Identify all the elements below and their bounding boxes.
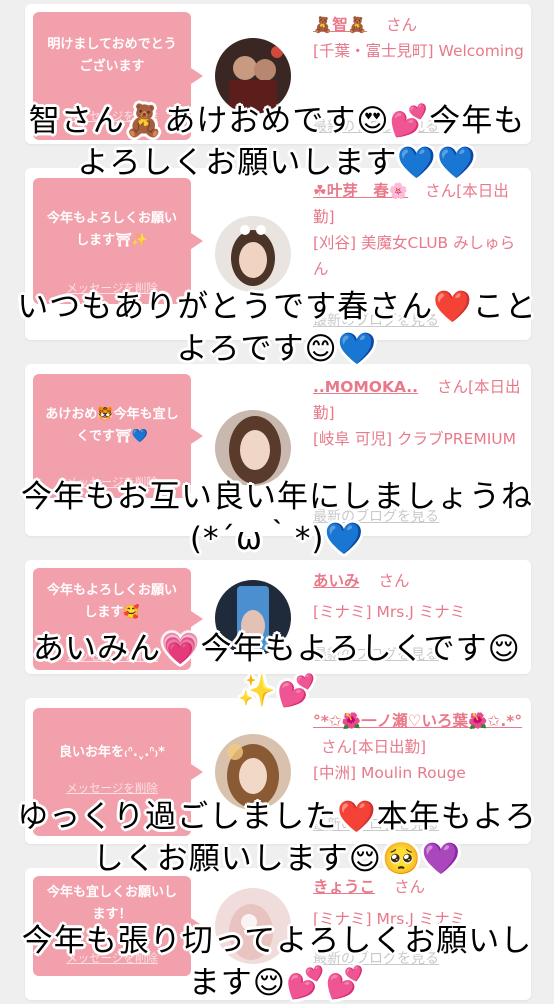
overlay-caption: いつもありがとうです春さん❤️ことよろです😊💙 — [17, 289, 537, 367]
shop-info: [岐阜 可児] クラブPREMIUM — [313, 430, 517, 448]
profile-name-link[interactable]: きょうこ — [313, 878, 375, 896]
profile-name-link[interactable]: あいみ — [313, 572, 360, 590]
message-text: 明けましておめでとうございます — [47, 37, 177, 74]
avatar[interactable] — [215, 216, 291, 292]
profile-info: ☘叶芽 春🌸 さん[本日出勤] [刈谷] 美魔女CLUB みしゅらん — [313, 178, 525, 282]
profile-name-link[interactable]: °*✩🌺一ノ瀬♡いろ葉🌺✩.*° — [313, 712, 522, 730]
shop-info: [刈谷] 美魔女CLUB みしゅらん — [313, 234, 516, 278]
shop-info: [ミナミ] Mrs.J ミナミ — [313, 603, 466, 621]
message-text: 良いお年を₍ᐢ.ˬ.ᐢ₎* — [59, 745, 165, 760]
profile-info: °*✩🌺一ノ瀬♡いろ葉🌺✩.*° さん[本日出勤] [中洲] Moulin Ro… — [313, 708, 525, 786]
honorific: さん — [393, 878, 425, 896]
overlay-caption: 今年も張り切ってよろしくお願いします😌💕💕 — [21, 923, 533, 1001]
honorific: さん[本日出勤] — [321, 738, 427, 756]
profile-info: あいみ さん [ミナミ] Mrs.J ミナミ — [313, 568, 525, 630]
profile-name-link[interactable]: 🧸智🧸 — [313, 16, 367, 34]
honorific: さん — [386, 16, 418, 34]
overlay-caption: ゆっくり過ごしました❤️本年もよろしくお願いします😌🥺💜 — [17, 799, 537, 877]
profile-info: 🧸智🧸 さん [千葉・富士見町] Welcoming — [313, 12, 525, 64]
overlay-caption: あいみん💗今年もよろしくです😌✨💕 — [33, 631, 521, 709]
avatar[interactable] — [215, 410, 291, 486]
honorific: さん — [378, 572, 410, 590]
shop-info: [千葉・富士見町] Welcoming — [313, 42, 524, 60]
message-text: 今年もよろしくお願いします🥰 — [46, 583, 177, 620]
delete-message-link[interactable]: メッセージを削除 — [33, 780, 191, 796]
message-text: 今年もよろしくお願いします⛩✨ — [46, 211, 177, 248]
profile-info: ..MOMOKA.. さん[本日出勤] [岐阜 可児] クラブPREMIUM — [313, 374, 525, 452]
shop-info: [中洲] Moulin Rouge — [313, 764, 466, 782]
profile-name-link[interactable]: ☘叶芽 春🌸 — [313, 182, 408, 200]
message-text: あけおめ🐯今年も宜しくです⛩💙 — [45, 407, 179, 444]
overlay-caption: 今年もお互い良い年にしましょうね(*´ω｀*)💙 — [21, 479, 533, 557]
overlay-caption: 智さん🧸あけおめです😍💕今年もよろしくお願いします💙💙 — [28, 103, 526, 181]
profile-name-link[interactable]: ..MOMOKA.. — [313, 378, 418, 396]
